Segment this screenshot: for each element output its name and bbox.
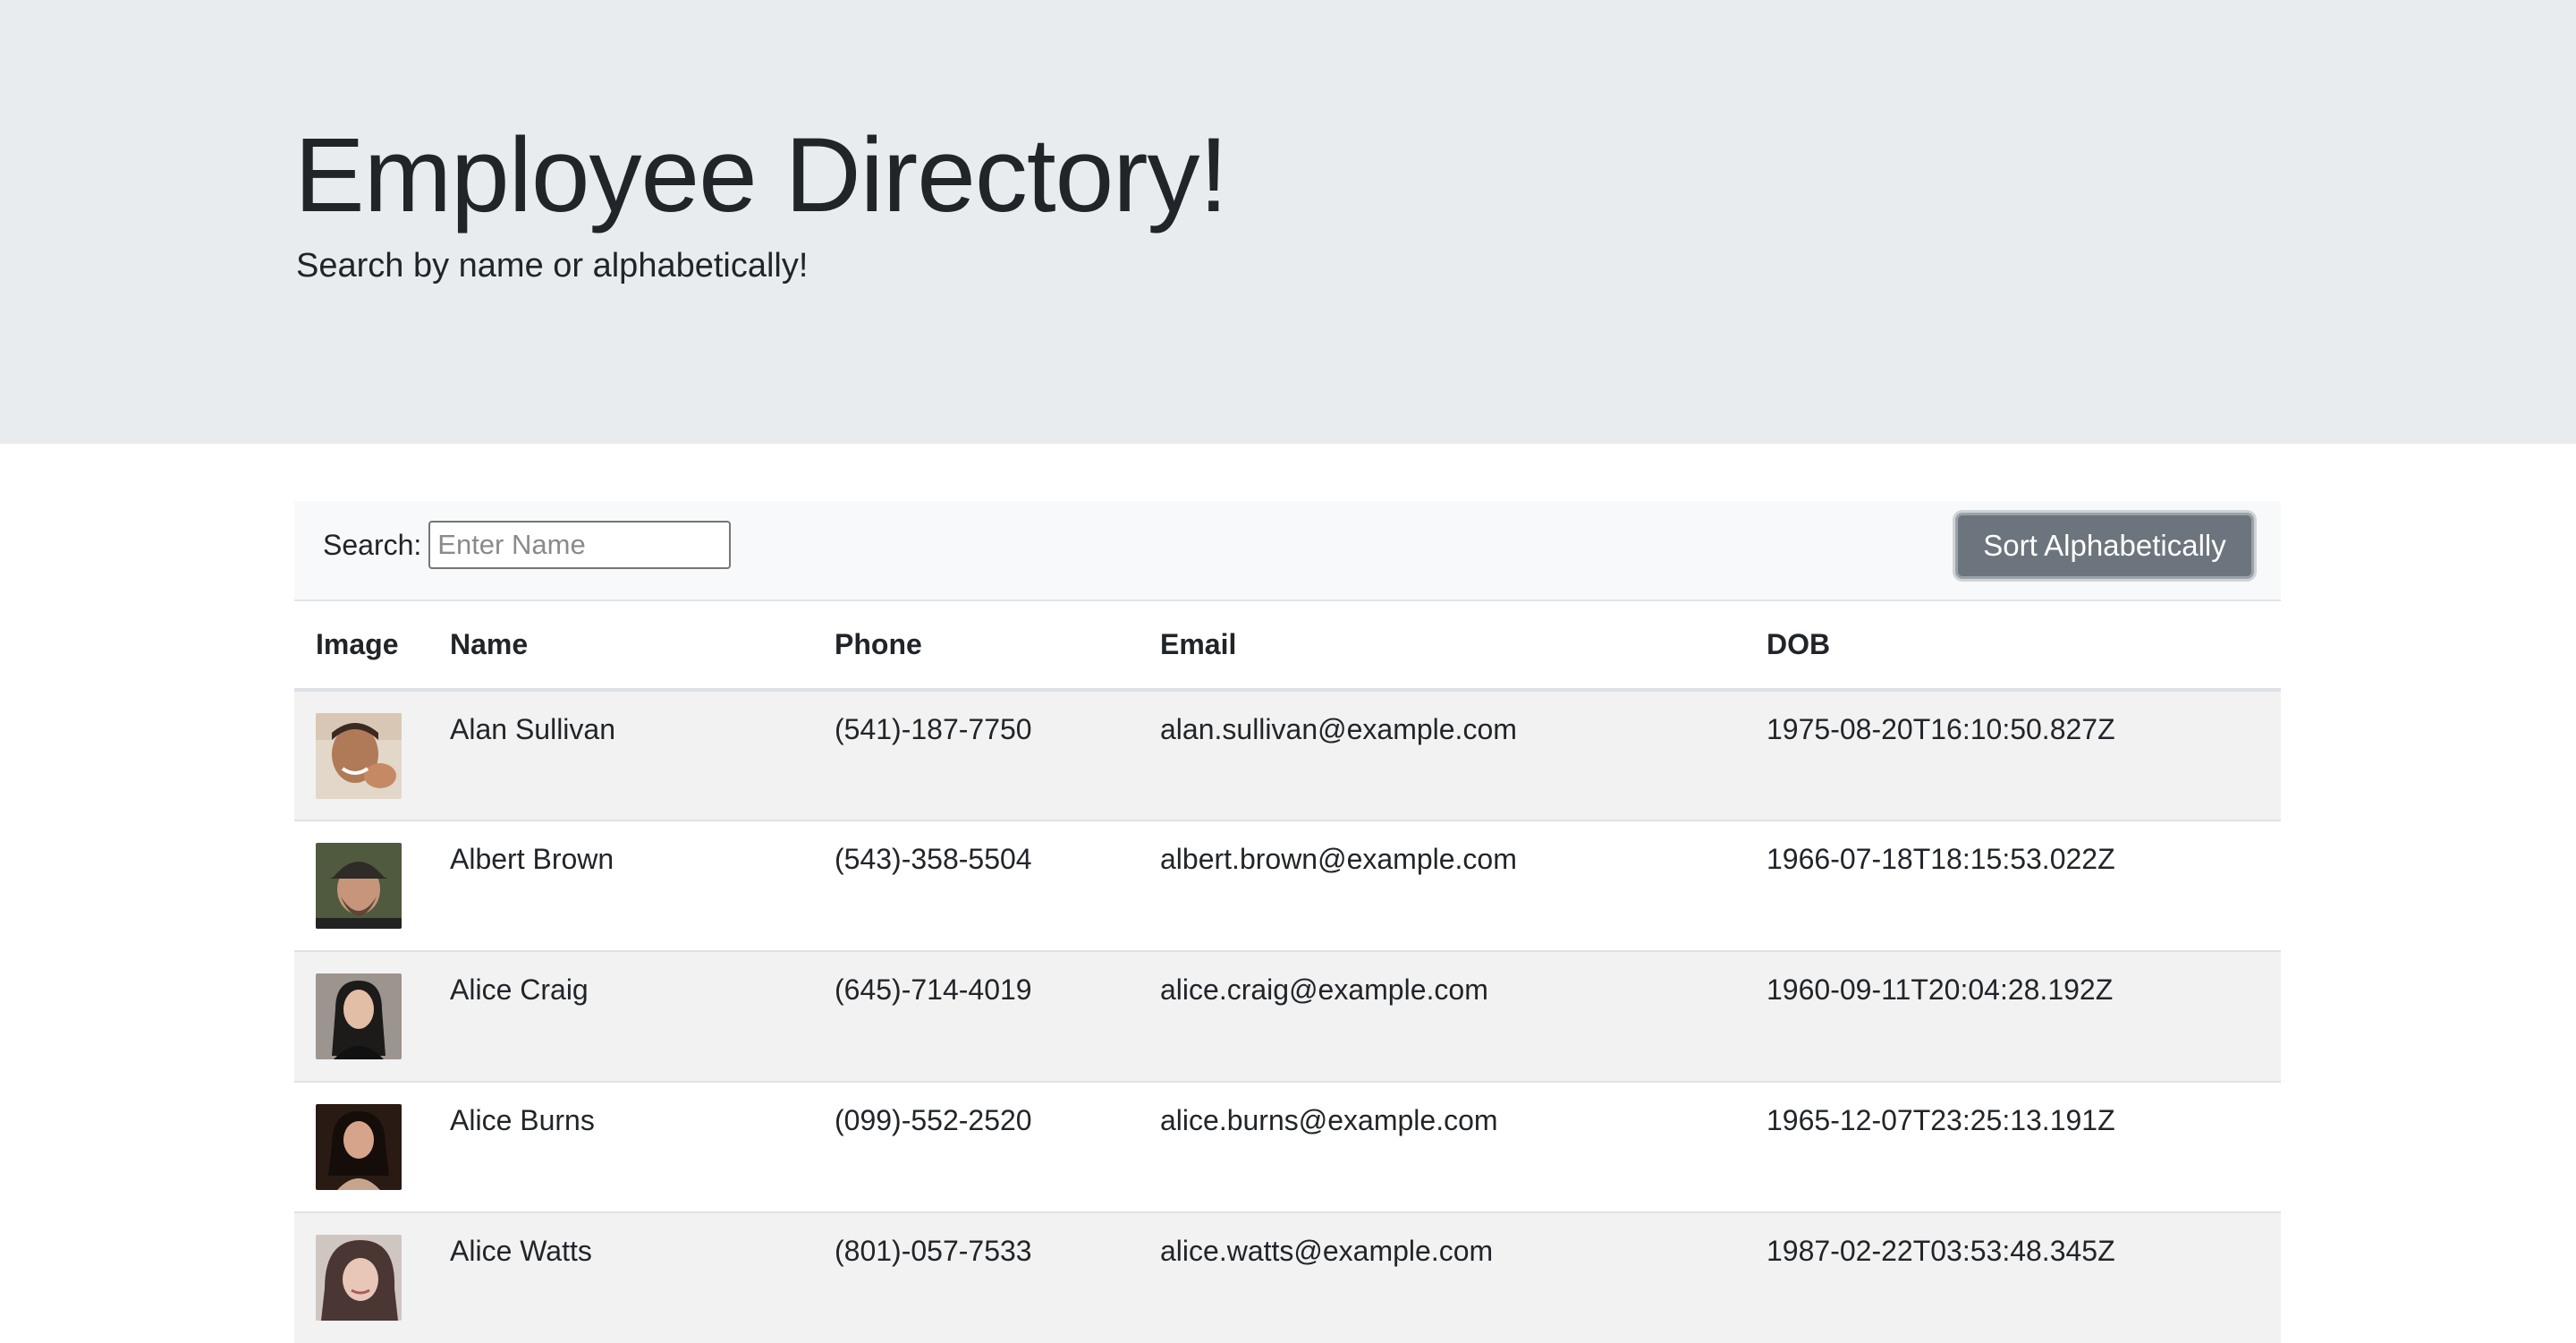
header-row: Image Name Phone Email DOB <box>294 601 2281 692</box>
table-row: Alice Burns (099)-552-2520 alice.burns@e… <box>294 1081 2281 1212</box>
search-group: Search: <box>323 521 732 569</box>
employee-avatar <box>316 713 402 799</box>
table-row: Albert Brown (543)-358-5504 albert.brown… <box>294 820 2281 951</box>
column-header-name[interactable]: Name <box>428 601 813 692</box>
search-input[interactable] <box>428 521 732 569</box>
column-header-email[interactable]: Email <box>1139 601 1745 692</box>
image-cell <box>294 1211 428 1343</box>
employee-table: Image Name Phone Email DOB Alan Sullivan… <box>294 601 2281 1343</box>
dob-cell: 1987-02-22T03:53:48.345Z <box>1745 1211 2281 1343</box>
table-row: Alice Craig (645)-714-4019 alice.craig@e… <box>294 950 2281 1082</box>
phone-cell: (645)-714-4019 <box>813 950 1139 1082</box>
sort-alphabetically-button[interactable]: Sort Alphabetically <box>1955 513 2254 579</box>
dob-cell: 1960-09-11T20:04:28.192Z <box>1745 950 2281 1082</box>
employee-avatar <box>316 1104 402 1190</box>
email-cell: alice.craig@example.com <box>1139 950 1745 1082</box>
image-cell <box>294 820 428 951</box>
table-row: Alan Sullivan (541)-187-7750 alan.sulliv… <box>294 689 2281 820</box>
image-cell <box>294 689 428 820</box>
column-header-phone[interactable]: Phone <box>813 601 1139 692</box>
name-cell: Alice Burns <box>428 1081 813 1212</box>
email-cell: alice.watts@example.com <box>1139 1211 1745 1343</box>
name-cell: Alice Watts <box>428 1211 813 1343</box>
phone-cell: (099)-552-2520 <box>813 1081 1139 1212</box>
email-cell: albert.brown@example.com <box>1139 820 1745 951</box>
dob-cell: 1965-12-07T23:25:13.191Z <box>1745 1081 2281 1212</box>
dob-cell: 1966-07-18T18:15:53.022Z <box>1745 820 2281 951</box>
image-cell <box>294 1081 428 1212</box>
table-header: Image Name Phone Email DOB <box>294 601 2281 692</box>
header-content: Employee Directory! Search by name or al… <box>294 113 1228 285</box>
column-header-dob[interactable]: DOB <box>1745 601 2281 692</box>
email-cell: alice.burns@example.com <box>1139 1081 1745 1212</box>
phone-cell: (801)-057-7533 <box>813 1211 1139 1343</box>
dob-cell: 1975-08-20T16:10:50.827Z <box>1745 689 2281 820</box>
employee-avatar <box>316 843 402 929</box>
search-label: Search: <box>323 528 422 561</box>
page-title: Employee Directory! <box>294 116 1228 234</box>
search-toolbar: Search: Sort Alphabetically <box>294 501 2281 601</box>
column-header-image[interactable]: Image <box>294 601 428 692</box>
employee-avatar <box>316 973 402 1059</box>
page-subtitle: Search by name or alphabetically! <box>296 246 809 285</box>
email-cell: alan.sullivan@example.com <box>1139 689 1745 820</box>
image-cell <box>294 950 428 1082</box>
phone-cell: (541)-187-7750 <box>813 689 1139 820</box>
name-cell: Alice Craig <box>428 950 813 1082</box>
name-cell: Alan Sullivan <box>428 689 813 820</box>
phone-cell: (543)-358-5504 <box>813 820 1139 951</box>
header-jumbotron: Employee Directory! Search by name or al… <box>0 0 2576 444</box>
table-row: Alice Watts (801)-057-7533 alice.watts@e… <box>294 1211 2281 1343</box>
directory-container: Search: Sort Alphabetically Image Name P… <box>294 501 2281 1343</box>
employee-avatar <box>316 1235 402 1321</box>
name-cell: Albert Brown <box>428 820 813 951</box>
table-body: Alan Sullivan (541)-187-7750 alan.sulliv… <box>294 689 2281 1343</box>
